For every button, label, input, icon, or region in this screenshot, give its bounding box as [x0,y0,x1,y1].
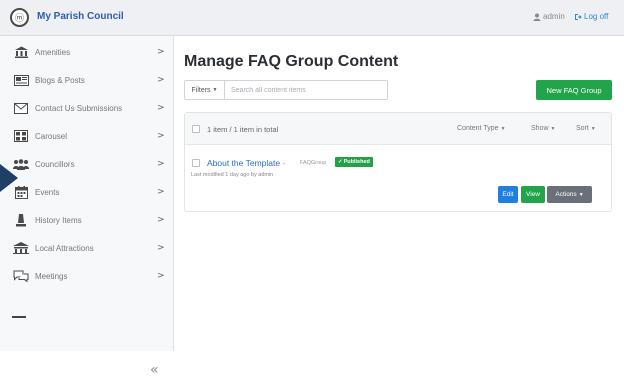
sidebar-item-label: Councillors [35,159,75,169]
list-header: 1 item / 1 item in total Content Type ▼ … [185,113,611,145]
show-dropdown[interactable]: Show ▼ [531,125,555,132]
user-name: admin [543,12,565,21]
sidebar-item-label: Events [35,187,60,197]
search-input[interactable] [229,81,385,99]
logoff-label: Log off [584,12,609,21]
new-faq-group-button[interactable]: New FAQ Group [536,80,612,100]
sidebar-item-label: Carousel [35,131,68,141]
item-title-link[interactable]: About the Template - [207,158,285,168]
logoff-link[interactable]: Log off [574,12,608,21]
last-modified-text: Last modified 1 day ago by admin [191,172,274,178]
pointer-arrow-icon [0,164,18,192]
actions-label: Actions [555,191,577,198]
parish-logo-icon[interactable]: ⓜ [10,8,29,27]
collapse-sidebar-icon[interactable]: « [150,362,159,378]
caret-down-icon: ▼ [212,87,218,93]
chevron-right-icon: > [157,159,165,169]
sidebar-item-carousel[interactable]: Carousel > [0,124,174,148]
user-icon [533,13,541,21]
chevron-right-icon: > [157,187,165,197]
status-label: Published [343,159,370,165]
sidebar-item-label: Amenities [35,47,71,57]
sidebar-item-blogs-posts[interactable]: Blogs & Posts > [0,68,174,92]
caret-down-icon: ▼ [590,126,596,132]
app-window: ⓜ My Parish Council admin Log off Amenit… [0,0,624,378]
chevron-right-icon: > [157,243,165,253]
title-separator: - [282,158,286,168]
sidebar-divider [12,316,26,318]
content-type-tag: FAQGroup [300,160,327,166]
sidebar-item-label: Meetings [35,271,68,281]
sidebar: Amenities > Blogs & Posts > Contact Us S… [0,36,174,378]
sort-dropdown[interactable]: Sort ▼ [576,125,596,132]
chevron-right-icon: > [157,131,165,141]
page-title: Manage FAQ Group Content [184,53,399,70]
content-list: 1 item / 1 item in total Content Type ▼ … [184,112,612,212]
select-all-checkbox[interactable] [192,125,200,133]
top-bar: ⓜ My Parish Council admin Log off [0,0,624,36]
sidebar-item-meetings[interactable]: Meetings > [0,264,174,288]
chevron-right-icon: > [157,271,165,281]
sort-label: Sort [576,125,589,132]
chevron-right-icon: > [157,47,165,57]
actions-dropdown-button[interactable]: Actions ▼ [547,186,592,203]
sidebar-item-local-attractions[interactable]: Local Attractions > [0,236,174,260]
sidebar-item-label: Blogs & Posts [35,75,85,85]
view-button[interactable]: View [521,186,545,203]
sidebar-item-events[interactable]: Events > [0,180,174,204]
item-count: 1 item / 1 item in total [207,125,279,134]
brand-link[interactable]: My Parish Council [37,11,124,22]
filters-dropdown[interactable]: Filters ▼ [185,81,225,99]
caret-down-icon: ▼ [578,191,584,198]
search-bar: Filters ▼ [184,80,388,100]
chevron-right-icon: > [157,103,165,113]
show-label: Show [531,125,549,132]
user-menu[interactable]: admin [533,12,565,21]
sign-out-icon [575,13,582,20]
edit-button[interactable]: Edit [498,186,518,203]
sidebar-item-councillors[interactable]: Councillors > [0,152,174,176]
content-type-dropdown[interactable]: Content Type ▼ [457,125,505,132]
envelope-icon [13,101,29,115]
sidebar-item-label: History Items [35,215,82,225]
sidebar-item-label: Contact Us Submissions [35,103,123,113]
comments-icon [13,269,29,283]
main-content: Manage FAQ Group Content Filters ▼ New F… [174,36,624,351]
map-icon [13,241,29,255]
content-type-label: Content Type [457,125,499,132]
check-icon: ✓ [338,159,343,165]
caret-down-icon: ▼ [500,126,506,132]
status-badge: ✓ Published [335,157,373,167]
chevron-right-icon: > [157,215,165,225]
sidebar-item-history-items[interactable]: History Items > [0,208,174,232]
sidebar-item-label: Local Attractions [35,243,94,253]
sidebar-item-amenities[interactable]: Amenities > [0,40,174,64]
caret-down-icon: ▼ [550,126,556,132]
landmark-icon [13,213,29,227]
row-checkbox[interactable] [192,159,200,167]
filters-label: Filters [191,86,211,94]
sidebar-item-contact-submissions[interactable]: Contact Us Submissions > [0,96,174,120]
images-icon [13,129,29,143]
building-icon [13,45,29,59]
item-title: About the Template [207,158,281,168]
newspaper-icon [13,73,29,87]
chevron-right-icon: > [157,75,165,85]
